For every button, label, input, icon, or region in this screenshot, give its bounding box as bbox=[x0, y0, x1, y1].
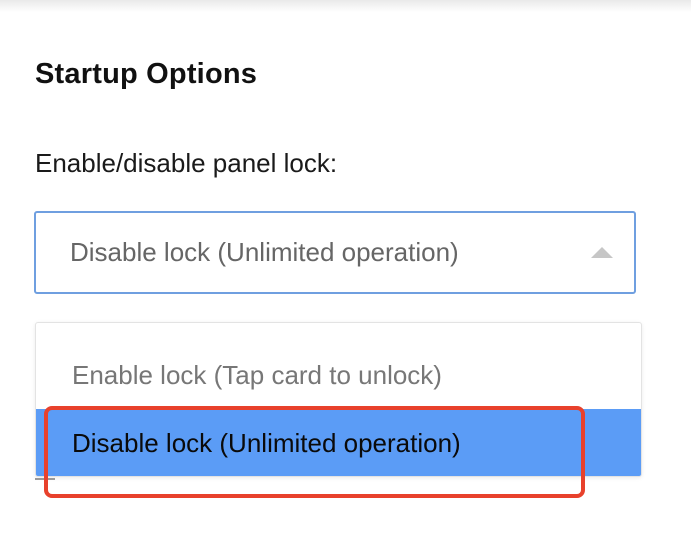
caret-up-icon bbox=[591, 247, 613, 258]
panel-lock-label: Enable/disable panel lock: bbox=[35, 148, 338, 178]
option-enable-lock[interactable]: Enable lock (Tap card to unlock) bbox=[36, 341, 641, 409]
underlying-divider bbox=[35, 478, 55, 480]
section-title: Startup Options bbox=[35, 58, 258, 90]
select-value: Disable lock (Unlimited operation) bbox=[70, 237, 459, 267]
dropdown-menu: Enable lock (Tap card to unlock) Disable… bbox=[35, 322, 642, 477]
top-divider-shadow bbox=[0, 0, 691, 12]
panel-lock-select[interactable]: Disable lock (Unlimited operation) bbox=[34, 211, 636, 294]
option-disable-lock[interactable]: Disable lock (Unlimited operation) bbox=[36, 409, 641, 476]
